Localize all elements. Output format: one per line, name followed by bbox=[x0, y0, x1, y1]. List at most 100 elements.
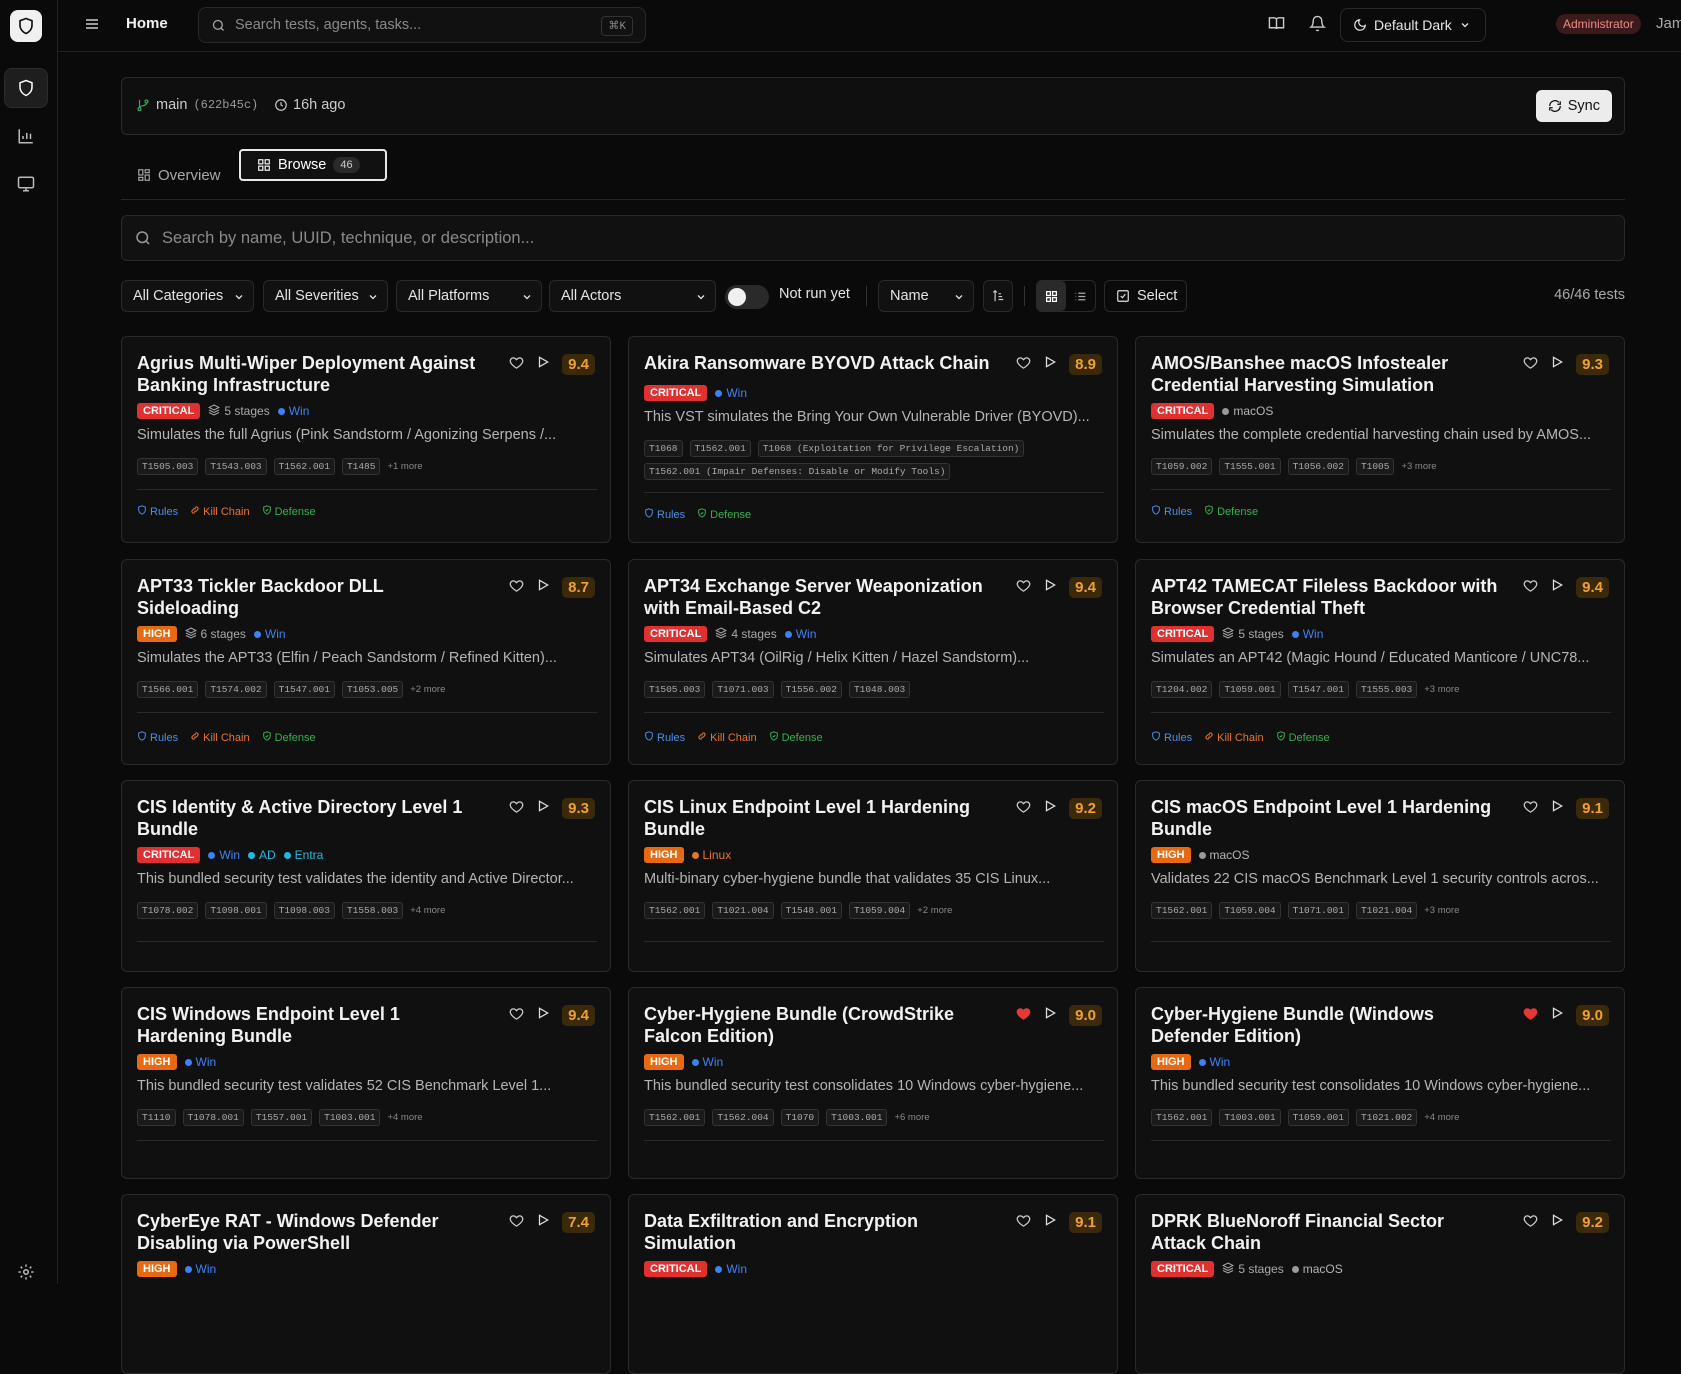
grid-view-icon[interactable] bbox=[1037, 281, 1066, 311]
test-card-title[interactable]: Cyber-Hygiene Bundle (CrowdStrike Falcon… bbox=[644, 1003, 994, 1047]
settings-gear-icon[interactable] bbox=[4, 1252, 48, 1292]
test-card[interactable]: AMOS/Banshee macOS Infostealer Credentia… bbox=[1135, 336, 1625, 543]
technique-tag[interactable]: T1562.001 bbox=[644, 1109, 706, 1126]
technique-tag[interactable]: T1505.003 bbox=[137, 458, 199, 475]
sort-select[interactable]: Name bbox=[878, 280, 974, 312]
favorite-heart-icon[interactable] bbox=[1523, 355, 1538, 375]
technique-tag[interactable]: T1070 bbox=[780, 1109, 820, 1126]
run-play-icon[interactable] bbox=[1043, 1006, 1057, 1025]
favorite-filled-heart-icon[interactable] bbox=[1016, 1006, 1031, 1026]
run-play-icon[interactable] bbox=[536, 355, 550, 374]
test-card[interactable]: APT42 TAMECAT Fileless Backdoor with Bro… bbox=[1135, 559, 1625, 765]
technique-tag[interactable]: T1562.001 bbox=[1151, 902, 1213, 919]
select-button[interactable]: Select bbox=[1104, 280, 1187, 312]
technique-tag[interactable]: T1562.001 bbox=[644, 902, 706, 919]
run-play-icon[interactable] bbox=[536, 578, 550, 597]
link-def[interactable]: Defense bbox=[1276, 731, 1330, 744]
favorite-heart-icon[interactable] bbox=[509, 355, 524, 375]
run-play-icon[interactable] bbox=[1550, 1213, 1564, 1232]
technique-tag[interactable]: T1059.004 bbox=[848, 902, 911, 919]
test-card-title[interactable]: Agrius Multi-Wiper Deployment Against Ba… bbox=[137, 352, 487, 396]
link-def[interactable]: Defense bbox=[1204, 505, 1258, 518]
technique-tag[interactable]: T1558.003 bbox=[341, 902, 404, 919]
technique-tag[interactable]: T1547.001 bbox=[1287, 681, 1349, 698]
platform-filter[interactable]: All Platforms bbox=[396, 280, 542, 312]
run-play-icon[interactable] bbox=[1043, 799, 1057, 818]
technique-tag[interactable]: T1505.003 bbox=[644, 681, 706, 698]
test-card-title[interactable]: APT42 TAMECAT Fileless Backdoor with Bro… bbox=[1151, 575, 1501, 619]
technique-tag[interactable]: T1485 bbox=[341, 458, 381, 475]
docs-book-icon[interactable] bbox=[1268, 15, 1285, 37]
test-card-title[interactable]: CIS Identity & Active Directory Level 1 … bbox=[137, 796, 487, 840]
technique-tag[interactable]: T1021.002 bbox=[1355, 1109, 1418, 1126]
favorite-heart-icon[interactable] bbox=[1016, 799, 1031, 819]
test-card[interactable]: Akira Ransomware BYOVD Attack Chain 8.9 CR… bbox=[628, 336, 1118, 543]
technique-tag[interactable]: T1068 bbox=[644, 440, 683, 457]
technique-tag[interactable]: T1056.002 bbox=[1287, 458, 1349, 475]
link-def[interactable]: Defense bbox=[769, 731, 823, 744]
user-name[interactable]: James bbox=[1656, 15, 1681, 32]
notifications-bell-icon[interactable] bbox=[1308, 15, 1327, 37]
technique-tag[interactable]: T1204.002 bbox=[1151, 681, 1213, 698]
test-card[interactable]: Cyber-Hygiene Bundle (Windows Defender E… bbox=[1135, 987, 1625, 1179]
favorite-heart-icon[interactable] bbox=[509, 578, 524, 598]
technique-tag[interactable]: T1021.004 bbox=[712, 902, 774, 919]
sort-direction-button[interactable] bbox=[983, 280, 1013, 312]
technique-tag[interactable]: T1562.001 bbox=[689, 440, 751, 457]
test-card-title[interactable]: CIS Windows Endpoint Level 1 Hardening B… bbox=[137, 1003, 487, 1047]
run-play-icon[interactable] bbox=[1043, 578, 1057, 597]
run-play-icon[interactable] bbox=[1550, 355, 1564, 374]
link-kill[interactable]: Kill Chain bbox=[190, 505, 250, 518]
app-logo[interactable] bbox=[10, 10, 42, 42]
technique-tag[interactable]: T1021.004 bbox=[1355, 902, 1418, 919]
test-card-title[interactable]: Data Exfiltration and Encryption Simulat… bbox=[644, 1210, 994, 1254]
run-play-icon[interactable] bbox=[536, 799, 550, 818]
favorite-heart-icon[interactable] bbox=[1016, 1213, 1031, 1233]
favorite-heart-icon[interactable] bbox=[509, 799, 524, 819]
run-play-icon[interactable] bbox=[1550, 799, 1564, 818]
technique-tag[interactable]: T1059.002 bbox=[1151, 458, 1213, 475]
technique-tag[interactable]: T1110 bbox=[137, 1109, 176, 1126]
tab-browse[interactable]: Browse 46 bbox=[239, 149, 387, 181]
test-card-title[interactable]: CIS macOS Endpoint Level 1 Hardening Bun… bbox=[1151, 796, 1501, 840]
technique-tag[interactable]: T1071.001 bbox=[1287, 902, 1349, 919]
technique-tag[interactable]: T1078.002 bbox=[137, 902, 199, 919]
actor-filter[interactable]: All Actors bbox=[549, 280, 716, 312]
test-card-title[interactable]: AMOS/Banshee macOS Infostealer Credentia… bbox=[1151, 352, 1501, 396]
test-card-title[interactable]: APT34 Exchange Server Weaponization with… bbox=[644, 575, 994, 619]
link-rules[interactable]: Rules bbox=[644, 508, 685, 521]
technique-tag[interactable]: T1555.001 bbox=[1219, 458, 1281, 475]
technique-tag[interactable]: T1555.003 bbox=[1355, 681, 1418, 698]
favorite-heart-icon[interactable] bbox=[1523, 799, 1538, 819]
not-run-toggle[interactable] bbox=[725, 285, 769, 309]
test-card[interactable]: APT33 Tickler Backdoor DLL Sideloading 8.… bbox=[121, 559, 611, 765]
test-card-title[interactable]: DPRK BlueNoroff Financial Sector Attack … bbox=[1151, 1210, 1501, 1254]
test-card[interactable]: CIS macOS Endpoint Level 1 Hardening Bun… bbox=[1135, 780, 1625, 972]
test-card[interactable]: DPRK BlueNoroff Financial Sector Attack … bbox=[1135, 1194, 1625, 1374]
technique-tag[interactable]: T1548.001 bbox=[780, 902, 842, 919]
nav-monitor-icon[interactable] bbox=[4, 164, 48, 204]
favorite-heart-icon[interactable] bbox=[509, 1006, 524, 1026]
technique-tag[interactable]: T1003.001 bbox=[826, 1109, 888, 1126]
global-search-input[interactable]: Search tests, agents, tasks... ⌘K bbox=[198, 7, 646, 43]
test-card[interactable]: CIS Windows Endpoint Level 1 Hardening B… bbox=[121, 987, 611, 1179]
run-play-icon[interactable] bbox=[1550, 578, 1564, 597]
test-search-input[interactable]: Search by name, UUID, technique, or desc… bbox=[121, 215, 1625, 261]
test-card[interactable]: Cyber-Hygiene Bundle (CrowdStrike Falcon… bbox=[628, 987, 1118, 1179]
technique-tag[interactable]: T1562.001 bbox=[1151, 1109, 1213, 1126]
theme-select[interactable]: Default Dark bbox=[1340, 8, 1486, 42]
link-rules[interactable]: Rules bbox=[1151, 505, 1192, 518]
link-rules[interactable]: Rules bbox=[1151, 731, 1192, 744]
link-def[interactable]: Defense bbox=[262, 505, 316, 518]
technique-tag[interactable]: T1543.003 bbox=[205, 458, 267, 475]
technique-tag[interactable]: T1098.001 bbox=[205, 902, 267, 919]
category-filter[interactable]: All Categories bbox=[121, 280, 254, 312]
technique-tag[interactable]: T1059.001 bbox=[1219, 681, 1281, 698]
test-card[interactable]: Data Exfiltration and Encryption Simulat… bbox=[628, 1194, 1118, 1374]
menu-hamburger-icon[interactable] bbox=[84, 16, 100, 37]
technique-tag[interactable]: T1005 bbox=[1355, 458, 1395, 475]
link-def[interactable]: Defense bbox=[262, 731, 316, 744]
favorite-heart-icon[interactable] bbox=[1016, 355, 1031, 375]
technique-tag[interactable]: T1566.001 bbox=[137, 681, 199, 698]
link-def[interactable]: Defense bbox=[697, 508, 751, 521]
